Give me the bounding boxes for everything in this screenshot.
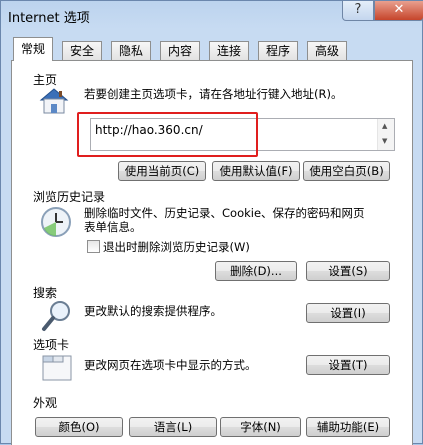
help-button[interactable]: ? xyxy=(342,1,374,21)
title-bar: Internet 选项 ? ✕ xyxy=(1,1,423,31)
fonts-button[interactable]: 字体(N) xyxy=(220,417,301,437)
general-tab-panel: 主页 若要创建主页选项卡，请在各地址行键入地址(R)。 http://hao.3… xyxy=(11,60,413,445)
tabs-group-title: 选项卡 xyxy=(33,338,70,352)
tab-privacy[interactable]: 隐私 xyxy=(111,41,152,60)
tab-security[interactable]: 安全 xyxy=(62,41,103,60)
homepage-url-value: http://hao.360.cn/ xyxy=(95,123,203,137)
history-description-line2: 表单信息。 xyxy=(84,220,142,234)
tabs-description: 更改网页在选项卡中显示的方式。 xyxy=(84,358,257,372)
homepage-group-title: 主页 xyxy=(33,73,58,87)
window-title: Internet 选项 xyxy=(8,11,90,26)
search-settings-button[interactable]: 设置(I) xyxy=(306,303,390,323)
tabs-window-icon xyxy=(42,355,72,381)
tab-advanced[interactable]: 高级 xyxy=(307,41,348,60)
delete-on-exit-label: 退出时删除浏览历史记录(W) xyxy=(103,240,250,254)
tab-connections[interactable]: 连接 xyxy=(209,41,250,60)
tabs-settings-button[interactable]: 设置(T) xyxy=(306,355,390,375)
languages-button[interactable]: 语言(L) xyxy=(129,417,217,437)
colors-button[interactable]: 颜色(O) xyxy=(35,417,123,437)
history-settings-button[interactable]: 设置(S) xyxy=(306,261,390,281)
house-icon xyxy=(39,88,69,114)
use-default-button[interactable]: 使用默认值(F) xyxy=(212,161,300,181)
appearance-group-title: 外观 xyxy=(33,396,58,410)
homepage-url-input[interactable]: http://hao.360.cn/ ▲ ▼ xyxy=(90,118,395,151)
close-button[interactable]: ✕ xyxy=(374,1,423,21)
accessibility-button[interactable]: 辅助功能(E) xyxy=(306,417,390,437)
delete-history-button[interactable]: 删除(D)... xyxy=(215,261,297,281)
search-description: 更改默认的搜索提供程序。 xyxy=(84,304,222,318)
tab-content[interactable]: 内容 xyxy=(160,41,201,60)
delete-on-exit-checkbox[interactable] xyxy=(87,240,100,253)
url-scrollbar[interactable]: ▲ ▼ xyxy=(377,119,394,150)
scroll-down-icon[interactable]: ▼ xyxy=(382,138,387,145)
use-blank-button[interactable]: 使用空白页(B) xyxy=(303,161,390,181)
internet-options-dialog: Internet 选项 ? ✕ 常规 安全 隐私 内容 连接 程序 高级 主页 … xyxy=(0,0,423,445)
tab-programs[interactable]: 程序 xyxy=(258,41,299,60)
scroll-up-icon[interactable]: ▲ xyxy=(382,123,387,130)
search-icon xyxy=(42,301,70,331)
history-clock-icon xyxy=(41,207,71,237)
tab-general[interactable]: 常规 xyxy=(13,37,54,61)
history-group-title: 浏览历史记录 xyxy=(33,190,106,204)
homepage-description: 若要创建主页选项卡，请在各地址行键入地址(R)。 xyxy=(84,87,343,101)
use-current-button[interactable]: 使用当前页(C) xyxy=(118,161,206,181)
